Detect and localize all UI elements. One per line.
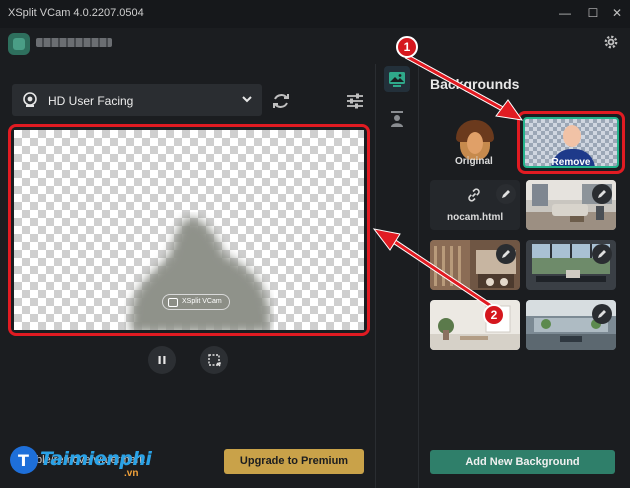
title-bar: XSplit VCam 4.0.2207.0504 — ☐ ✕: [0, 0, 630, 28]
vcam-logo-icon: [168, 298, 178, 307]
tab-person[interactable]: [384, 106, 410, 132]
edit-button[interactable]: [592, 244, 612, 264]
pencil-icon: [598, 190, 606, 198]
window-title: XSplit VCam 4.0.2207.0504: [8, 7, 144, 19]
pencil-icon: [598, 310, 606, 318]
webcam-icon: [23, 92, 37, 107]
background-tile-office-window[interactable]: [526, 240, 616, 290]
camera-preview-highlight: XSplit VCam: [8, 124, 370, 336]
close-button[interactable]: ✕: [608, 4, 626, 22]
chevron-down-icon: [242, 96, 252, 103]
camera-select-value: HD User Facing: [48, 94, 134, 108]
background-tile-living-room[interactable]: [526, 180, 616, 230]
annotation-marker-2: 2: [483, 304, 505, 326]
annotation-marker-1: 1: [396, 36, 418, 58]
camera-select[interactable]: HD User Facing: [12, 84, 262, 116]
brand-watermark: Taimienphi .vn: [10, 444, 200, 484]
blurred-person-silhouette: [130, 217, 270, 330]
refresh-icon[interactable]: [270, 90, 292, 112]
background-tile-remove[interactable]: Remove: [523, 117, 619, 168]
brand-logo-icon: [10, 446, 38, 474]
watermark-badge: XSplit VCam: [162, 294, 230, 310]
link-icon: [468, 188, 480, 202]
pause-button[interactable]: [148, 346, 176, 374]
username-blurred: [36, 38, 112, 47]
tile-label-original: Original: [455, 156, 493, 167]
edit-button[interactable]: [592, 184, 612, 204]
watermark-text: XSplit VCam: [182, 298, 222, 305]
crop-icon: [208, 354, 221, 367]
sliders-icon[interactable]: [344, 90, 366, 112]
upgrade-premium-button[interactable]: Upgrade to Premium: [224, 449, 364, 474]
background-tile-white-room[interactable]: [430, 300, 520, 350]
maximize-button[interactable]: ☐: [584, 4, 602, 22]
panel-divider: [375, 64, 376, 488]
white-room-image: [430, 300, 520, 350]
add-new-background-button[interactable]: Add New Background: [430, 450, 615, 474]
edit-button[interactable]: [496, 184, 516, 204]
crop-button[interactable]: [200, 346, 228, 374]
pencil-icon: [502, 190, 510, 198]
backgrounds-heading: Backgrounds: [430, 76, 520, 92]
original-avatar-icon: [456, 120, 494, 160]
minimize-button[interactable]: —: [556, 4, 574, 22]
landscape-icon: [389, 72, 405, 87]
user-avatar-icon[interactable]: [8, 33, 30, 55]
pencil-icon: [598, 250, 606, 258]
pencil-icon: [502, 250, 510, 258]
gear-icon[interactable]: [602, 33, 620, 51]
tab-backgrounds[interactable]: [384, 66, 410, 92]
background-tile-cafe[interactable]: [430, 240, 520, 290]
background-tile-nocam[interactable]: nocam.html: [430, 180, 520, 230]
panel-divider: [418, 64, 419, 488]
brand-domain: .vn: [124, 468, 139, 479]
person-icon: [391, 111, 403, 127]
tile-label-remove: Remove: [551, 157, 591, 168]
tile-label-nocam: nocam.html: [447, 212, 504, 223]
camera-preview: XSplit VCam: [14, 130, 364, 330]
person-face-icon: [563, 125, 581, 147]
remove-tile-highlight: Remove: [517, 111, 625, 174]
brand-name: Taimienphi: [40, 448, 152, 470]
user-bar: [0, 28, 630, 64]
pause-icon: [158, 356, 166, 364]
edit-button[interactable]: [592, 304, 612, 324]
background-tile-open-office[interactable]: [526, 300, 616, 350]
edit-button[interactable]: [496, 244, 516, 264]
